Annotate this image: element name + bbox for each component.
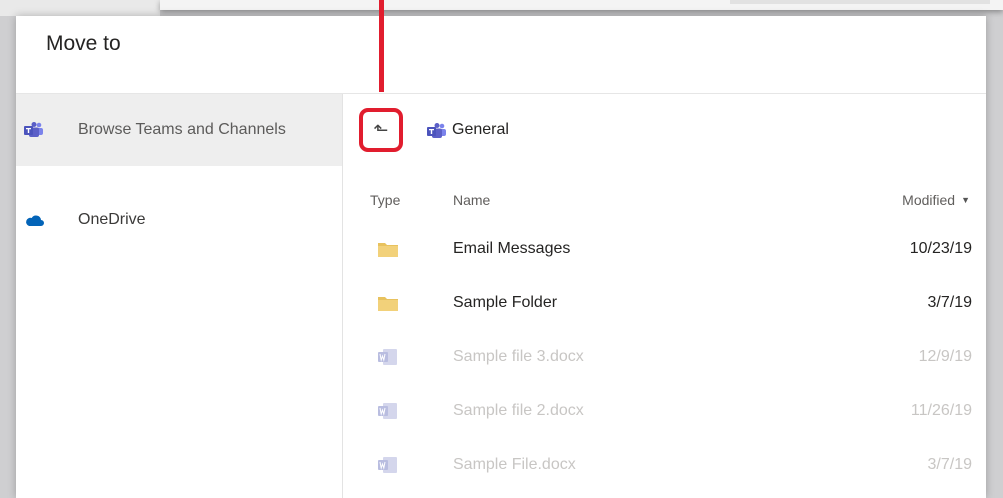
folder-icon xyxy=(378,295,398,311)
background-window-bar xyxy=(160,0,1003,10)
column-header-modified[interactable]: Modified ▼ xyxy=(902,192,970,208)
table-row: Sample file 2.docx 11/26/19 xyxy=(343,384,986,438)
file-name: Sample Folder xyxy=(453,294,558,311)
modified-date: 3/7/19 xyxy=(927,456,972,473)
modified-date: 3/7/19 xyxy=(927,294,972,311)
file-name: Sample file 3.docx xyxy=(453,348,584,365)
table-row: Sample file 3.docx 12/9/19 xyxy=(343,330,986,384)
breadcrumb: ⬑ General xyxy=(343,94,986,168)
file-name: Sample file 2.docx xyxy=(453,402,584,419)
file-name: Email Messages xyxy=(453,240,571,257)
up-folder-button[interactable]: ⬑ xyxy=(359,108,403,152)
sort-down-caret-icon: ▼ xyxy=(961,195,970,205)
table-header: Type Name Modified ▼ xyxy=(343,186,986,216)
folder-icon xyxy=(378,241,398,257)
modified-date: 11/26/19 xyxy=(910,402,972,419)
sidebar: Browse Teams and Channels OneDrive xyxy=(16,94,342,498)
onedrive-cloud-icon xyxy=(24,211,46,229)
table-row[interactable]: Sample Folder 3/7/19 xyxy=(343,276,986,330)
modified-date: 10/23/19 xyxy=(909,240,972,257)
file-name: Sample File.docx xyxy=(453,456,576,473)
dialog-title: Move to xyxy=(46,32,121,55)
sidebar-item-label: OneDrive xyxy=(78,211,146,228)
word-doc-icon xyxy=(378,349,398,365)
move-to-dialog: Move to Browse Teams and Channels OneDri… xyxy=(16,16,986,498)
word-doc-icon xyxy=(378,457,398,473)
background-tab xyxy=(0,0,160,16)
column-header-type[interactable]: Type xyxy=(370,192,400,208)
background-bar-segment xyxy=(730,0,990,4)
teams-icon xyxy=(24,121,46,139)
sidebar-item-onedrive[interactable]: OneDrive xyxy=(16,184,342,256)
modified-date: 12/9/19 xyxy=(918,348,972,365)
sidebar-item-browse-teams[interactable]: Browse Teams and Channels xyxy=(16,94,342,166)
table-row[interactable]: Email Messages 10/23/19 xyxy=(343,222,986,276)
teams-icon xyxy=(427,123,447,144)
up-arrow-icon: ⬑ xyxy=(373,119,389,141)
table-row: Sample File.docx 3/7/19 xyxy=(343,438,986,492)
content-pane: ⬑ General Type Name Modified ▼ Email Mes… xyxy=(343,94,986,498)
breadcrumb-current[interactable]: General xyxy=(452,121,509,139)
column-header-name[interactable]: Name xyxy=(453,192,490,208)
callout-pointer-line xyxy=(379,0,384,92)
column-header-modified-label: Modified xyxy=(902,192,956,208)
sidebar-item-label: Browse Teams and Channels xyxy=(78,121,286,138)
word-doc-icon xyxy=(378,403,398,419)
